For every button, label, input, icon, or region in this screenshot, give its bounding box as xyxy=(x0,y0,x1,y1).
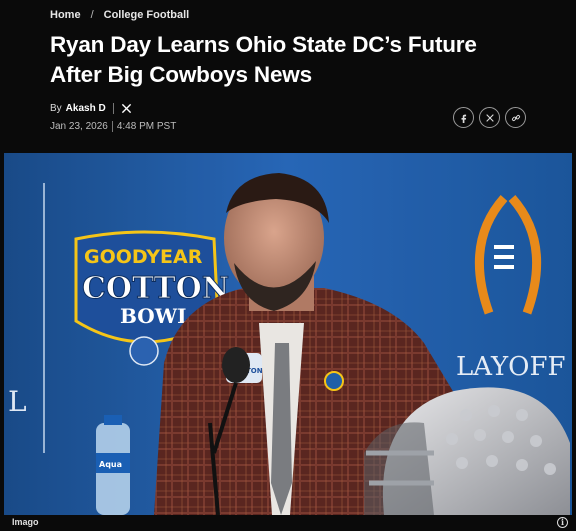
publish-time: 4:48 PM PST xyxy=(116,121,177,132)
water-bottle: Aqua xyxy=(96,415,130,515)
dateline-divider xyxy=(111,121,113,132)
author-link[interactable]: Akash D xyxy=(66,103,106,114)
link-icon xyxy=(511,114,520,121)
image-credit: Imago xyxy=(12,517,39,527)
share-x-button[interactable] xyxy=(479,107,500,128)
hero-image: L GOODYEAR COTTON BOWL LAYOFF Aqua xyxy=(4,153,572,515)
byline: By Akash D xyxy=(50,103,132,114)
backdrop-cotton-text: COTTON xyxy=(82,271,229,306)
facebook-icon xyxy=(461,114,466,123)
dateline: Jan 23, 2026 4:48 PM PST xyxy=(50,121,176,132)
backdrop-letter-left: L xyxy=(8,385,27,418)
breadcrumb-section-link[interactable]: College Football xyxy=(104,9,190,21)
share-facebook-button[interactable] xyxy=(453,107,474,128)
backdrop-playoff-text: LAYOFF xyxy=(456,352,566,382)
publish-date: Jan 23, 2026 xyxy=(50,121,108,132)
backdrop-bowl-text: BOWL xyxy=(120,304,191,328)
author-x-icon[interactable] xyxy=(121,103,132,114)
x-icon xyxy=(485,113,494,122)
breadcrumb: Home / College Football xyxy=(50,9,189,21)
breadcrumb-separator: / xyxy=(90,9,94,21)
info-icon[interactable]: i xyxy=(557,517,568,528)
share-buttons xyxy=(453,107,526,128)
breadcrumb-home-link[interactable]: Home xyxy=(50,9,81,21)
byline-prefix: By xyxy=(50,103,62,114)
image-caption-bar: Imago i xyxy=(4,515,572,531)
bottle-label: Aqua xyxy=(99,460,122,469)
byline-divider xyxy=(112,103,114,114)
copy-link-button[interactable] xyxy=(505,107,526,128)
article-title: Ryan Day Learns Ohio State DC’s Future A… xyxy=(50,32,477,87)
hero-photo-illustration: L GOODYEAR COTTON BOWL LAYOFF Aqua xyxy=(4,153,572,515)
backdrop-goodyear-text: GOODYEAR xyxy=(84,246,203,268)
